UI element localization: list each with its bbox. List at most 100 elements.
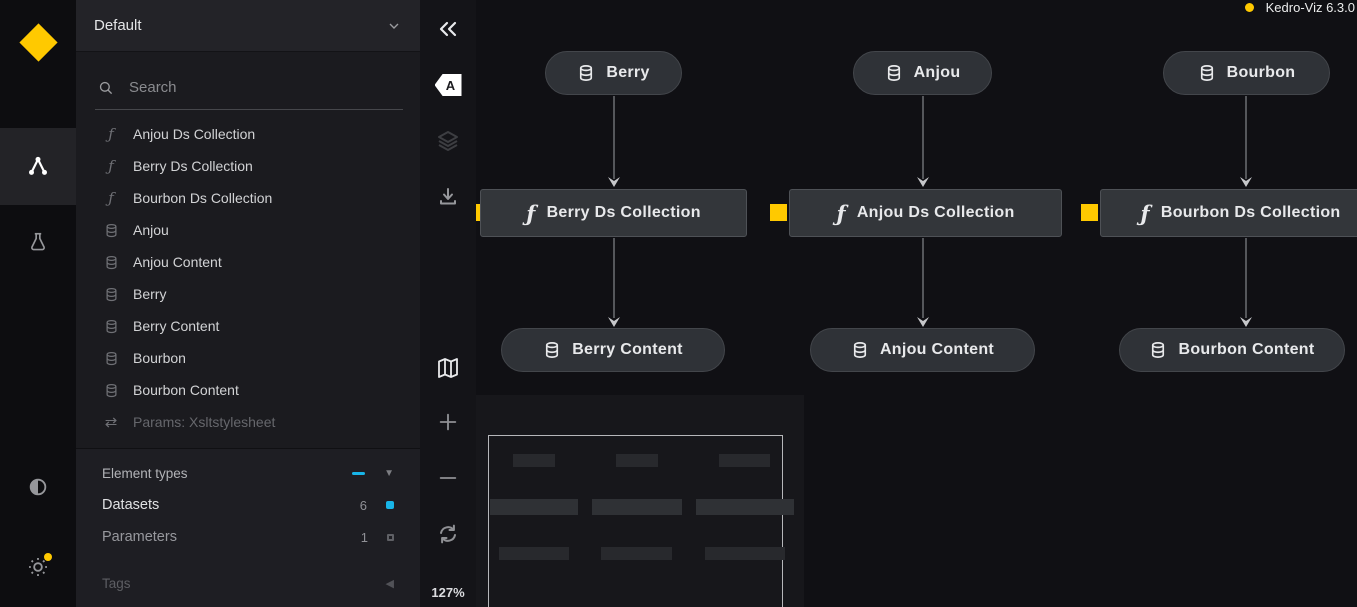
filter-row-datasets[interactable]: Datasets 6	[102, 489, 394, 521]
node-label: Bourbon Ds Collection	[1161, 204, 1341, 222]
parameters-icon: ⇄	[102, 415, 120, 430]
list-item-dataset[interactable]: Bourbon	[76, 342, 420, 374]
export-download-icon	[436, 185, 460, 209]
toggle-labels-button[interactable]: A	[420, 74, 476, 96]
minimap-node	[499, 547, 569, 560]
node-label: Bourbon Content	[1178, 341, 1314, 359]
node-dataset[interactable]: Berry Content	[501, 328, 725, 372]
node-dataset[interactable]: Berry	[545, 51, 682, 95]
minimap-node	[719, 454, 770, 467]
parameter-indicator-square	[770, 204, 787, 221]
list-item-label: Berry	[133, 286, 166, 302]
filter-count: 6	[360, 498, 367, 513]
toggle-layers-button[interactable]	[420, 129, 476, 153]
minimap-node	[601, 547, 672, 560]
collapse-triangle-icon[interactable]: ▼	[384, 468, 394, 479]
list-item-parameters[interactable]: ⇄ Params: Xsltstylesheet	[76, 406, 420, 438]
list-item-dataset[interactable]: Berry	[76, 278, 420, 310]
layers-icon	[436, 129, 460, 153]
pipeline-selector[interactable]: Default	[76, 0, 420, 52]
settings-gear-icon	[27, 556, 49, 578]
database-icon	[102, 223, 120, 238]
list-item-task[interactable]: ƒ Anjou Ds Collection	[76, 118, 420, 150]
nav-flowchart[interactable]	[0, 128, 76, 205]
chevron-down-icon	[386, 18, 402, 34]
flowchart-canvas[interactable]: Kedro-Viz 6.3.0 Berry Anjou Bourbon ƒ	[476, 0, 1357, 607]
node-label: Bourbon	[1227, 64, 1296, 82]
node-label: Berry Ds Collection	[547, 204, 701, 222]
element-types-header[interactable]: Element types ▼	[102, 457, 394, 489]
list-item-label: Params: Xsltstylesheet	[133, 414, 275, 430]
kedro-logo[interactable]	[0, 16, 76, 68]
node-task[interactable]: ƒ Bourbon Ds Collection	[1100, 189, 1357, 237]
function-icon: ƒ	[526, 201, 535, 226]
collapse-sidebar-button[interactable]	[420, 17, 476, 41]
node-dataset[interactable]: Anjou Content	[810, 328, 1035, 372]
filter-checkbox-off[interactable]	[387, 534, 394, 541]
filter-checkbox-on[interactable]	[386, 501, 394, 509]
list-item-dataset[interactable]: Bourbon Content	[76, 374, 420, 406]
filter-row-parameters[interactable]: Parameters 1	[102, 521, 394, 553]
zoom-in-button[interactable]	[420, 411, 476, 433]
node-task[interactable]: ƒ Berry Ds Collection	[480, 189, 747, 237]
node-label: Anjou Ds Collection	[857, 204, 1015, 222]
element-filters-panel: Element types ▼ Datasets 6 Parameters 1 …	[76, 448, 420, 607]
nav-experiments[interactable]	[0, 214, 76, 270]
experiments-flask-icon	[27, 231, 49, 253]
function-icon: ƒ	[102, 127, 120, 142]
list-item-dataset[interactable]: Anjou Content	[76, 246, 420, 278]
zoom-out-button[interactable]	[420, 467, 476, 489]
function-icon: ƒ	[836, 201, 845, 226]
node-dataset[interactable]: Bourbon Content	[1119, 328, 1345, 372]
node-dataset[interactable]: Anjou	[853, 51, 992, 95]
flowchart-icon	[25, 154, 51, 180]
list-item-dataset[interactable]: Berry Content	[76, 310, 420, 342]
node-task[interactable]: ƒ Anjou Ds Collection	[789, 189, 1062, 237]
list-item-task[interactable]: ƒ Bourbon Ds Collection	[76, 182, 420, 214]
filter-label: Datasets	[102, 497, 159, 513]
collapse-sidebar-icon	[436, 17, 460, 41]
minimap-node	[592, 499, 682, 515]
list-item-label: Bourbon Content	[133, 382, 239, 398]
list-item-task[interactable]: ƒ Berry Ds Collection	[76, 150, 420, 182]
list-item-dataset[interactable]: Anjou	[76, 214, 420, 246]
tags-header[interactable]: Tags ◀	[102, 567, 394, 599]
database-icon	[102, 255, 120, 270]
function-icon: ƒ	[102, 159, 120, 174]
nav-settings[interactable]	[0, 539, 76, 595]
export-button[interactable]	[420, 185, 476, 209]
search-input[interactable]	[127, 78, 401, 97]
database-icon	[1198, 64, 1216, 82]
pipeline-selector-value: Default	[94, 17, 142, 34]
primary-nav-rail	[0, 0, 76, 607]
filter-label: Parameters	[102, 529, 177, 545]
database-icon	[885, 64, 903, 82]
node-label: Berry	[606, 64, 649, 82]
list-item-label: Berry Content	[133, 318, 219, 334]
expand-triangle-icon[interactable]: ◀	[386, 577, 394, 590]
function-icon: ƒ	[1141, 201, 1150, 226]
list-item-label: Bourbon Ds Collection	[133, 190, 272, 206]
database-icon	[851, 341, 869, 359]
toggle-minimap-button[interactable]	[420, 356, 476, 380]
database-icon	[577, 64, 595, 82]
theme-toggle-icon	[27, 476, 49, 498]
minimap-node	[705, 547, 785, 560]
node-dataset[interactable]: Bourbon	[1163, 51, 1330, 95]
minimap-node	[696, 499, 794, 515]
settings-notification-dot	[44, 553, 52, 561]
list-item-label: Anjou Content	[133, 254, 222, 270]
filter-indeterminate-indicator[interactable]	[352, 472, 365, 475]
tags-title: Tags	[102, 576, 131, 591]
function-icon: ƒ	[102, 191, 120, 206]
nav-theme-toggle[interactable]	[0, 459, 76, 515]
minimap-node	[616, 454, 658, 467]
plus-icon	[437, 411, 459, 433]
element-types-title: Element types	[102, 466, 188, 481]
filter-count: 1	[361, 530, 368, 545]
reset-zoom-button[interactable]	[420, 522, 476, 546]
list-item-label: Anjou	[133, 222, 169, 238]
node-list: ƒ Anjou Ds Collection ƒ Berry Ds Collect…	[76, 118, 420, 438]
sidebar: Default ƒ Anjou Ds Collection ƒ Berry Ds…	[76, 0, 420, 607]
minus-icon	[437, 467, 459, 489]
